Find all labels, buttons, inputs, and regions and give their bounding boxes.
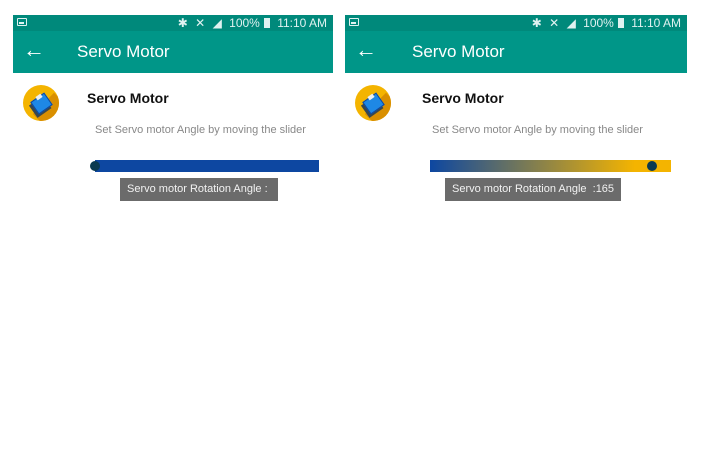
- battery-icon: [617, 18, 624, 28]
- phone-screen-left: ✱ ✕ ◢ 100% 11:10 AM ← Servo Motor Servo …: [13, 15, 333, 455]
- angle-toast: Servo motor Rotation Angle :165: [445, 178, 622, 201]
- clock: 11:10 AM: [631, 16, 681, 30]
- mute-icon: ✕: [549, 16, 560, 30]
- battery-percent: 100%: [583, 16, 614, 30]
- bluetooth-icon: ✱: [177, 16, 188, 30]
- angle-slider-track[interactable]: [430, 160, 671, 172]
- gallery-notification-icon: [17, 18, 27, 26]
- status-right: ✱ ✕ ◢ 100% 11:10 AM: [528, 15, 681, 31]
- status-bar: ✱ ✕ ◢ 100% 11:10 AM: [13, 15, 333, 31]
- servo-motor-icon: [355, 85, 391, 121]
- item-title: Servo Motor: [422, 90, 504, 106]
- servo-motor-icon: [23, 85, 59, 121]
- app-bar: ← Servo Motor: [13, 31, 333, 73]
- clock: 11:10 AM: [277, 16, 327, 30]
- item-title: Servo Motor: [87, 90, 169, 106]
- angle-toast: Servo motor Rotation Angle :: [120, 178, 278, 201]
- phone-screen-right: ✱ ✕ ◢ 100% 11:10 AM ← Servo Motor Servo …: [345, 15, 687, 455]
- battery-icon: [263, 18, 270, 28]
- signal-icon: ◢: [212, 16, 222, 30]
- bluetooth-icon: ✱: [531, 16, 542, 30]
- status-right: ✱ ✕ ◢ 100% 11:10 AM: [174, 15, 327, 31]
- mute-icon: ✕: [195, 16, 206, 30]
- status-bar: ✱ ✕ ◢ 100% 11:10 AM: [345, 15, 687, 31]
- app-bar: ← Servo Motor: [345, 31, 687, 73]
- angle-slider-track[interactable]: [95, 160, 319, 172]
- back-arrow-icon[interactable]: ←: [355, 38, 377, 62]
- gallery-notification-icon: [349, 18, 359, 26]
- battery-percent: 100%: [229, 16, 260, 30]
- item-description: Set Servo motor Angle by moving the slid…: [95, 124, 306, 136]
- item-description: Set Servo motor Angle by moving the slid…: [432, 124, 643, 136]
- signal-icon: ◢: [566, 16, 576, 30]
- angle-slider-thumb[interactable]: [646, 161, 657, 171]
- page-title: Servo Motor: [412, 42, 505, 61]
- back-arrow-icon[interactable]: ←: [23, 38, 45, 62]
- angle-slider-thumb[interactable]: [90, 161, 100, 171]
- page-title: Servo Motor: [77, 42, 170, 61]
